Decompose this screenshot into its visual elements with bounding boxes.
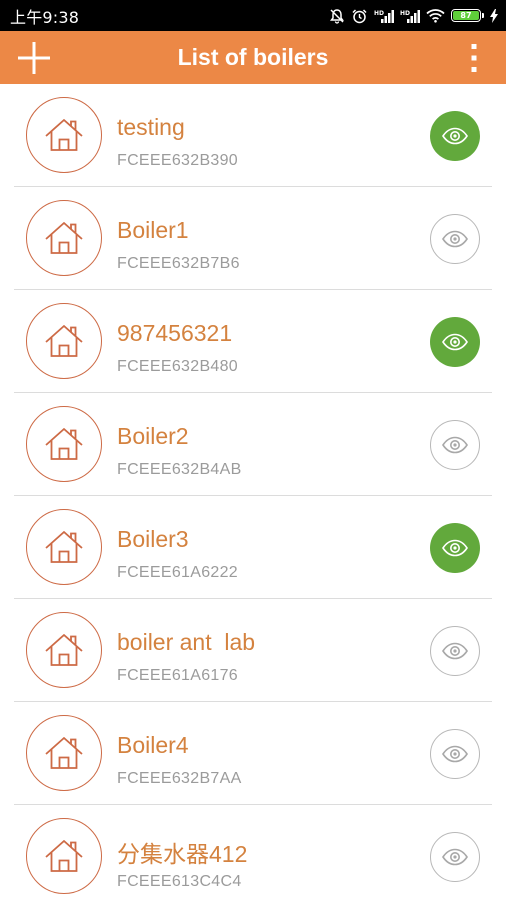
boiler-name: Boiler1 xyxy=(117,217,189,243)
visibility-toggle[interactable] xyxy=(430,523,480,573)
plus-icon xyxy=(18,42,50,74)
boiler-row[interactable]: Boiler4 FCEEE632B7AA xyxy=(0,702,506,805)
boiler-name: boiler ant lab xyxy=(117,629,256,655)
boiler-row[interactable]: Boiler1 FCEEE632B7B6 xyxy=(0,187,506,290)
boiler-id: FCEEE61A6222 xyxy=(117,564,239,581)
app-bar: List of boilers xyxy=(0,31,506,84)
visibility-toggle[interactable] xyxy=(430,317,480,367)
house-icon xyxy=(26,97,102,173)
eye-icon xyxy=(442,333,468,351)
boiler-list: testing FCEEE632B390 Boiler1 FCEEE632B7B… xyxy=(0,84,506,908)
boiler-row[interactable]: Boiler2 FCEEE632B4AB xyxy=(0,393,506,496)
boiler-row[interactable]: Boiler3 FCEEE61A6222 xyxy=(0,496,506,599)
battery-icon: 87 xyxy=(451,9,484,22)
alarm-off-icon xyxy=(329,8,345,24)
status-icons: HD HD 87 xyxy=(329,8,498,24)
battery-tip xyxy=(482,13,484,18)
visibility-toggle[interactable] xyxy=(430,111,480,161)
visibility-toggle[interactable] xyxy=(430,214,480,264)
charging-icon xyxy=(490,8,498,23)
eye-icon xyxy=(442,745,468,763)
visibility-toggle[interactable] xyxy=(430,626,480,676)
boiler-row[interactable]: boiler ant lab FCEEE61A6176 xyxy=(0,599,506,702)
eye-icon xyxy=(442,539,468,557)
boiler-row[interactable]: 分集水器412 FCEEE613C4C4 xyxy=(0,805,506,908)
visibility-toggle[interactable] xyxy=(430,729,480,779)
house-icon xyxy=(26,200,102,276)
boiler-name: Boiler3 xyxy=(117,526,189,552)
svg-text:HD: HD xyxy=(374,10,384,17)
boiler-id: FCEEE632B7B6 xyxy=(117,255,240,272)
house-icon xyxy=(26,509,102,585)
boiler-name: 987456321 xyxy=(117,320,233,346)
status-time: 上午9:38 xyxy=(10,7,80,27)
wifi-icon xyxy=(426,8,445,23)
visibility-toggle[interactable] xyxy=(430,832,480,882)
eye-icon xyxy=(442,848,468,866)
boiler-id: FCEEE61A6176 xyxy=(117,667,239,684)
boiler-name: testing xyxy=(117,114,185,140)
house-icon xyxy=(26,406,102,482)
signal-hd-icon: HD xyxy=(374,8,394,24)
add-boiler-button[interactable] xyxy=(14,39,54,77)
boiler-id: FCEEE632B480 xyxy=(117,358,239,375)
eye-icon xyxy=(442,230,468,248)
eye-icon xyxy=(442,436,468,454)
page-title: List of boilers xyxy=(177,44,329,70)
boiler-row[interactable]: testing FCEEE632B390 xyxy=(0,84,506,187)
boiler-name: 分集水器412 xyxy=(117,841,248,867)
boiler-name: Boiler2 xyxy=(117,423,189,449)
house-icon xyxy=(26,303,102,379)
visibility-toggle[interactable] xyxy=(430,420,480,470)
boiler-id: FCEEE613C4C4 xyxy=(117,873,242,890)
signal-hd-icon: HD xyxy=(400,8,420,24)
house-icon xyxy=(26,818,102,894)
svg-text:HD: HD xyxy=(400,10,410,17)
boiler-id: FCEEE632B4AB xyxy=(117,461,242,478)
eye-icon xyxy=(442,642,468,660)
more-vertical-icon xyxy=(471,44,477,72)
eye-icon xyxy=(442,127,468,145)
house-icon xyxy=(26,612,102,688)
boiler-id: FCEEE632B390 xyxy=(117,152,239,169)
battery-body: 87 xyxy=(451,9,481,22)
overflow-menu-button[interactable] xyxy=(464,39,484,77)
boiler-row[interactable]: 987456321 FCEEE632B480 xyxy=(0,290,506,393)
house-icon xyxy=(26,715,102,791)
battery-level: 87 xyxy=(453,11,479,20)
status-bar: 上午9:38 HD HD 87 xyxy=(0,0,506,31)
boiler-id: FCEEE632B7AA xyxy=(117,770,242,787)
alarm-clock-icon xyxy=(351,8,368,24)
boiler-name: Boiler4 xyxy=(117,732,189,758)
